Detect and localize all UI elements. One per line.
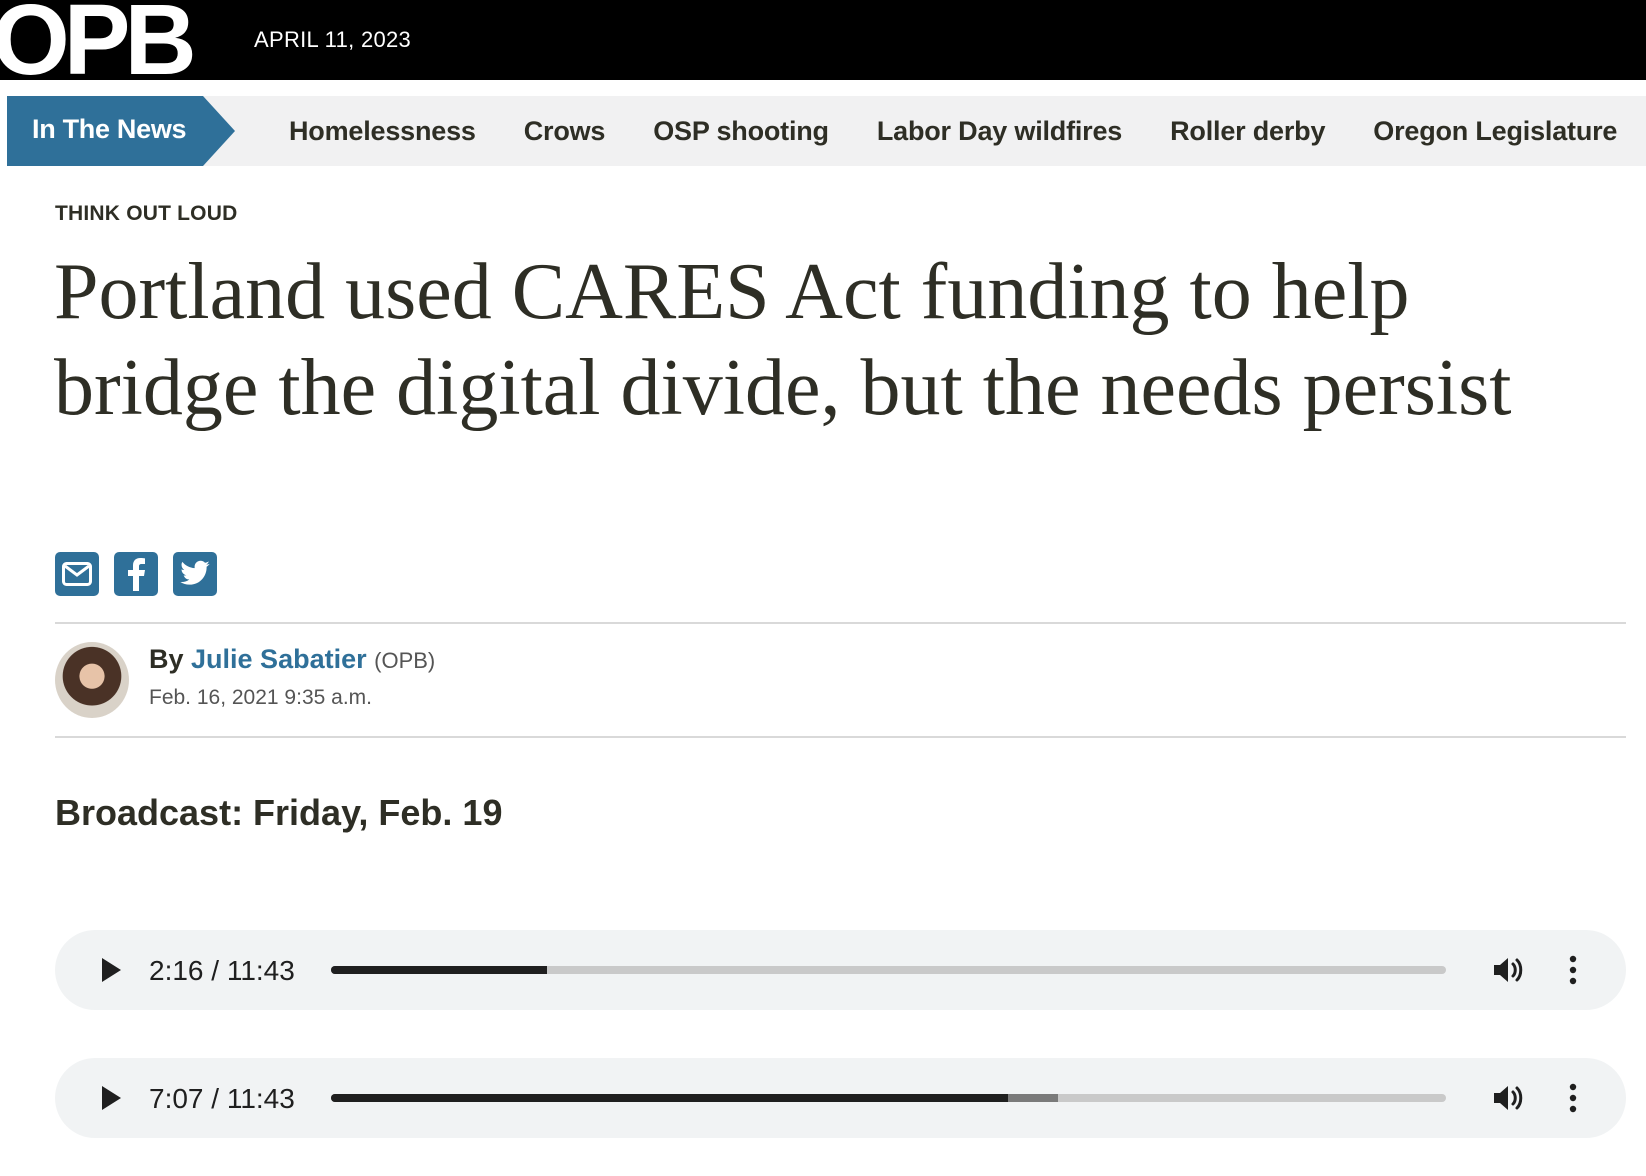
progress-bar — [331, 966, 548, 974]
more-options-button[interactable] — [1561, 1080, 1585, 1116]
volume-icon — [1494, 958, 1523, 982]
section-kicker[interactable]: THINK OUT LOUD — [55, 202, 237, 226]
volume-button[interactable] — [1491, 952, 1527, 988]
seek-bar[interactable] — [331, 966, 1446, 974]
volume-icon — [1494, 1086, 1523, 1110]
play-icon — [102, 1086, 121, 1110]
nav-link-osp-shooting[interactable]: OSP shooting — [653, 116, 829, 147]
divider-top — [55, 622, 1626, 624]
top-bar: OPB APRIL 11, 2023 — [0, 0, 1646, 96]
byline-text: By Julie Sabatier (OPB) — [149, 644, 435, 675]
facebook-icon — [128, 558, 145, 591]
publish-date: Feb. 16, 2021 9:35 a.m. — [149, 686, 372, 709]
broadcast-date: Broadcast: Friday, Feb. 19 — [55, 792, 503, 833]
twitter-icon — [180, 560, 210, 585]
nav-link-oregon-legislature[interactable]: Oregon Legislature — [1373, 116, 1617, 147]
more-vert-icon — [1569, 1083, 1577, 1113]
byline-prefix: By — [149, 644, 184, 674]
author-org: (OPB) — [374, 648, 436, 673]
nav-link-labor-day-wildfires[interactable]: Labor Day wildfires — [877, 116, 1122, 147]
time-display: 7:07 / 11:43 — [149, 1083, 295, 1114]
logo-text: OPB — [0, 0, 197, 96]
current-date: APRIL 11, 2023 — [254, 27, 412, 52]
article-headline: Portland used CARES Act funding to help … — [54, 248, 1512, 432]
audio-player-1: 2:16 / 11:43 — [55, 930, 1626, 1010]
time-display: 2:16 / 11:43 — [149, 955, 295, 986]
progress-bar — [331, 1094, 1008, 1102]
email-share-button[interactable] — [55, 552, 99, 596]
email-icon — [62, 562, 92, 586]
news-links: Homelessness Crows OSP shooting Labor Da… — [289, 96, 1646, 166]
share-buttons — [55, 552, 217, 596]
more-options-button[interactable] — [1561, 952, 1585, 988]
author-link[interactable]: Julie Sabatier — [191, 644, 367, 674]
author-avatar[interactable] — [55, 642, 129, 718]
volume-button[interactable] — [1491, 1080, 1527, 1116]
twitter-share-button[interactable] — [173, 552, 217, 596]
in-the-news-label: In The News — [7, 96, 235, 166]
nav-link-homelessness[interactable]: Homelessness — [289, 116, 476, 147]
audio-player-2: 7:07 / 11:43 — [55, 1058, 1626, 1138]
nav-link-crows[interactable]: Crows — [524, 116, 606, 147]
facebook-share-button[interactable] — [114, 552, 158, 596]
play-icon — [102, 958, 121, 982]
divider-bottom — [55, 736, 1626, 738]
in-the-news-text: In The News — [32, 114, 187, 144]
nav-link-roller-derby[interactable]: Roller derby — [1170, 116, 1325, 147]
seek-bar[interactable] — [331, 1094, 1446, 1102]
play-button[interactable] — [95, 1082, 127, 1114]
play-button[interactable] — [95, 954, 127, 986]
more-vert-icon — [1569, 955, 1577, 985]
opb-logo[interactable]: OPB — [0, 0, 232, 96]
in-the-news-nav: In The News Homelessness Crows OSP shoot… — [7, 96, 1646, 166]
